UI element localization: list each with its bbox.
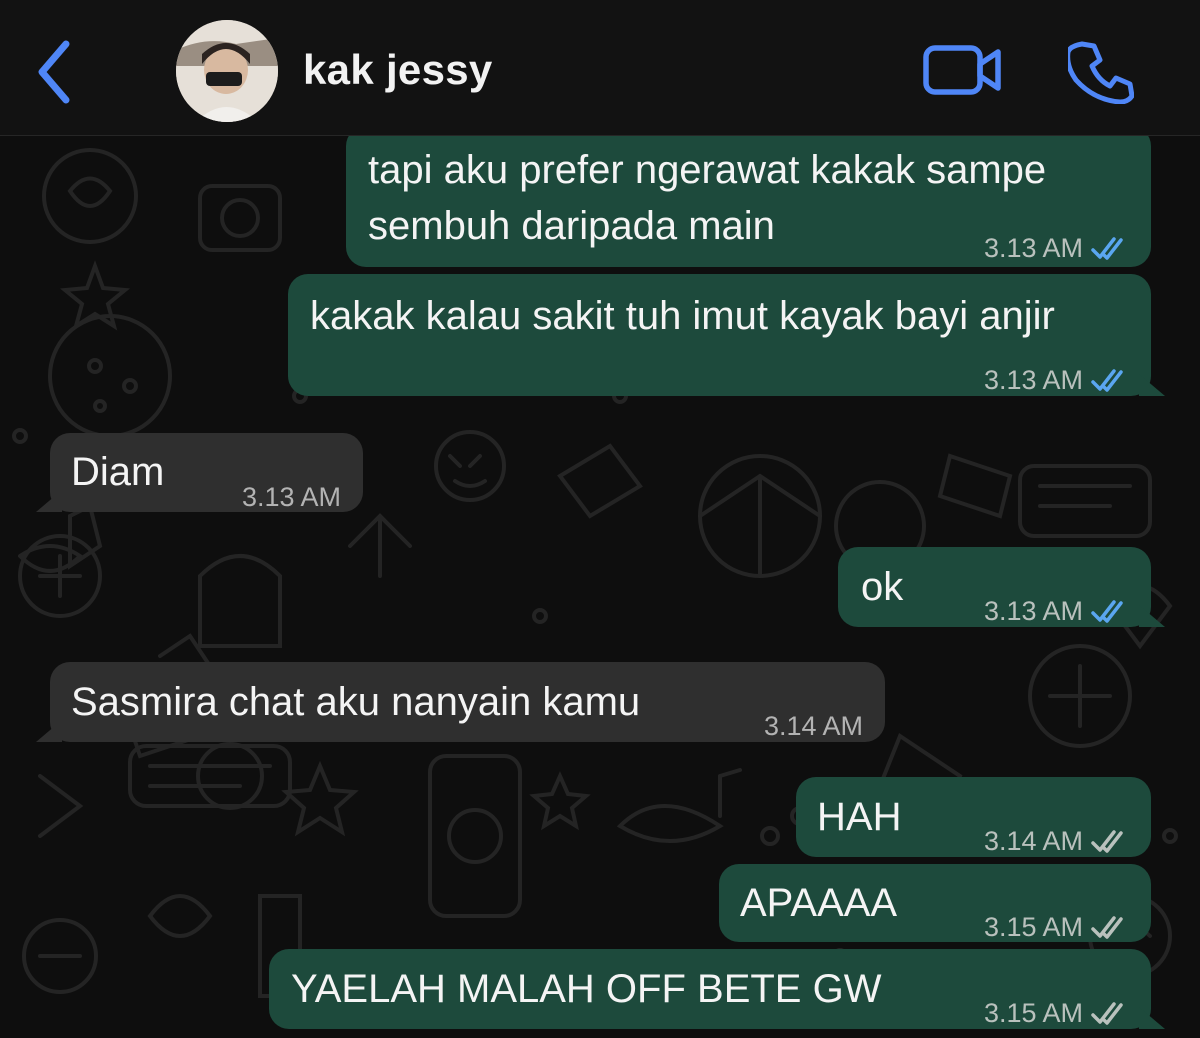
delivered-ticks-icon bbox=[1091, 916, 1123, 939]
delivered-ticks-icon bbox=[1091, 830, 1123, 853]
bubble-tail bbox=[1139, 1007, 1165, 1029]
read-ticks-icon bbox=[1091, 600, 1123, 623]
contact-name[interactable]: kak jessy bbox=[303, 46, 493, 94]
message-bubble-outgoing[interactable]: YAELAH MALAH OFF BETE GW 3.15 AM bbox=[269, 949, 1165, 1029]
chat-screen: kak jessy tapi aku prefer ngerawat kakak… bbox=[0, 0, 1200, 1038]
read-ticks-icon bbox=[1091, 369, 1123, 392]
message-bubble-outgoing[interactable]: HAH 3.14 AM bbox=[796, 777, 1151, 857]
message-time: 3.15 AM bbox=[983, 998, 1083, 1028]
message-bubble-incoming[interactable]: Diam 3.13 AM bbox=[36, 433, 363, 512]
bubble-tail bbox=[36, 720, 62, 742]
bubble-tail bbox=[36, 490, 62, 512]
video-call-button[interactable] bbox=[922, 42, 1004, 98]
message-bubble-outgoing[interactable]: tapi aku prefer ngerawat kakak sampe sem… bbox=[346, 126, 1151, 267]
message-time: 3.13 AM bbox=[983, 596, 1083, 626]
chevron-left-icon bbox=[38, 40, 70, 104]
message-time: 3.13 AM bbox=[983, 233, 1083, 263]
message-time: 3.14 AM bbox=[763, 711, 863, 741]
phone-icon bbox=[1065, 41, 1135, 105]
video-camera-icon bbox=[923, 45, 1001, 95]
message-meta: 3.13 AM bbox=[984, 352, 1129, 408]
message-meta: 3.14 AM bbox=[984, 813, 1129, 869]
bubble-tail bbox=[1139, 605, 1165, 627]
message-bubble-outgoing[interactable]: APAAAA 3.15 AM bbox=[719, 864, 1151, 942]
message-text: ok bbox=[861, 565, 904, 609]
message-meta: 3.13 AM bbox=[984, 220, 1129, 276]
message-meta: 3.15 AM bbox=[984, 985, 1129, 1038]
message-bubble-outgoing[interactable]: kakak kalau sakit tuh imut kayak bayi an… bbox=[288, 274, 1165, 396]
message-meta: 3.15 AM bbox=[984, 899, 1129, 955]
message-meta: 3.13 AM bbox=[242, 469, 341, 525]
message-meta: 3.14 AM bbox=[764, 698, 863, 754]
bubble-tail bbox=[1139, 374, 1165, 396]
message-text: kakak kalau sakit tuh imut kayak bayi an… bbox=[310, 294, 1055, 338]
message-time: 3.13 AM bbox=[983, 365, 1083, 395]
message-text-line: sembuh daripada main bbox=[368, 204, 775, 248]
message-text: HAH bbox=[817, 795, 902, 839]
back-button[interactable] bbox=[28, 36, 84, 108]
message-time: 3.14 AM bbox=[983, 826, 1083, 856]
message-time: 3.13 AM bbox=[241, 482, 341, 512]
chat-header: kak jessy bbox=[0, 0, 1200, 136]
avatar-photo bbox=[176, 20, 278, 122]
message-text: APAAAA bbox=[740, 881, 898, 925]
message-text: YAELAH MALAH OFF BETE GW bbox=[291, 967, 882, 1011]
read-ticks-icon bbox=[1091, 237, 1123, 260]
message-meta: 3.13 AM bbox=[984, 583, 1129, 639]
contact-avatar[interactable] bbox=[176, 20, 278, 122]
message-text: Sasmira chat aku nanyain kamu bbox=[71, 680, 641, 724]
voice-call-button[interactable] bbox=[1065, 38, 1135, 105]
message-text: Diam bbox=[71, 450, 165, 494]
message-bubble-outgoing[interactable]: ok 3.13 AM bbox=[838, 547, 1165, 627]
delivered-ticks-icon bbox=[1091, 1002, 1123, 1025]
message-time: 3.15 AM bbox=[983, 912, 1083, 942]
message-bubble-incoming[interactable]: Sasmira chat aku nanyain kamu 3.14 AM bbox=[36, 662, 885, 742]
message-text-line: tapi aku prefer ngerawat kakak sampe bbox=[368, 148, 1047, 192]
